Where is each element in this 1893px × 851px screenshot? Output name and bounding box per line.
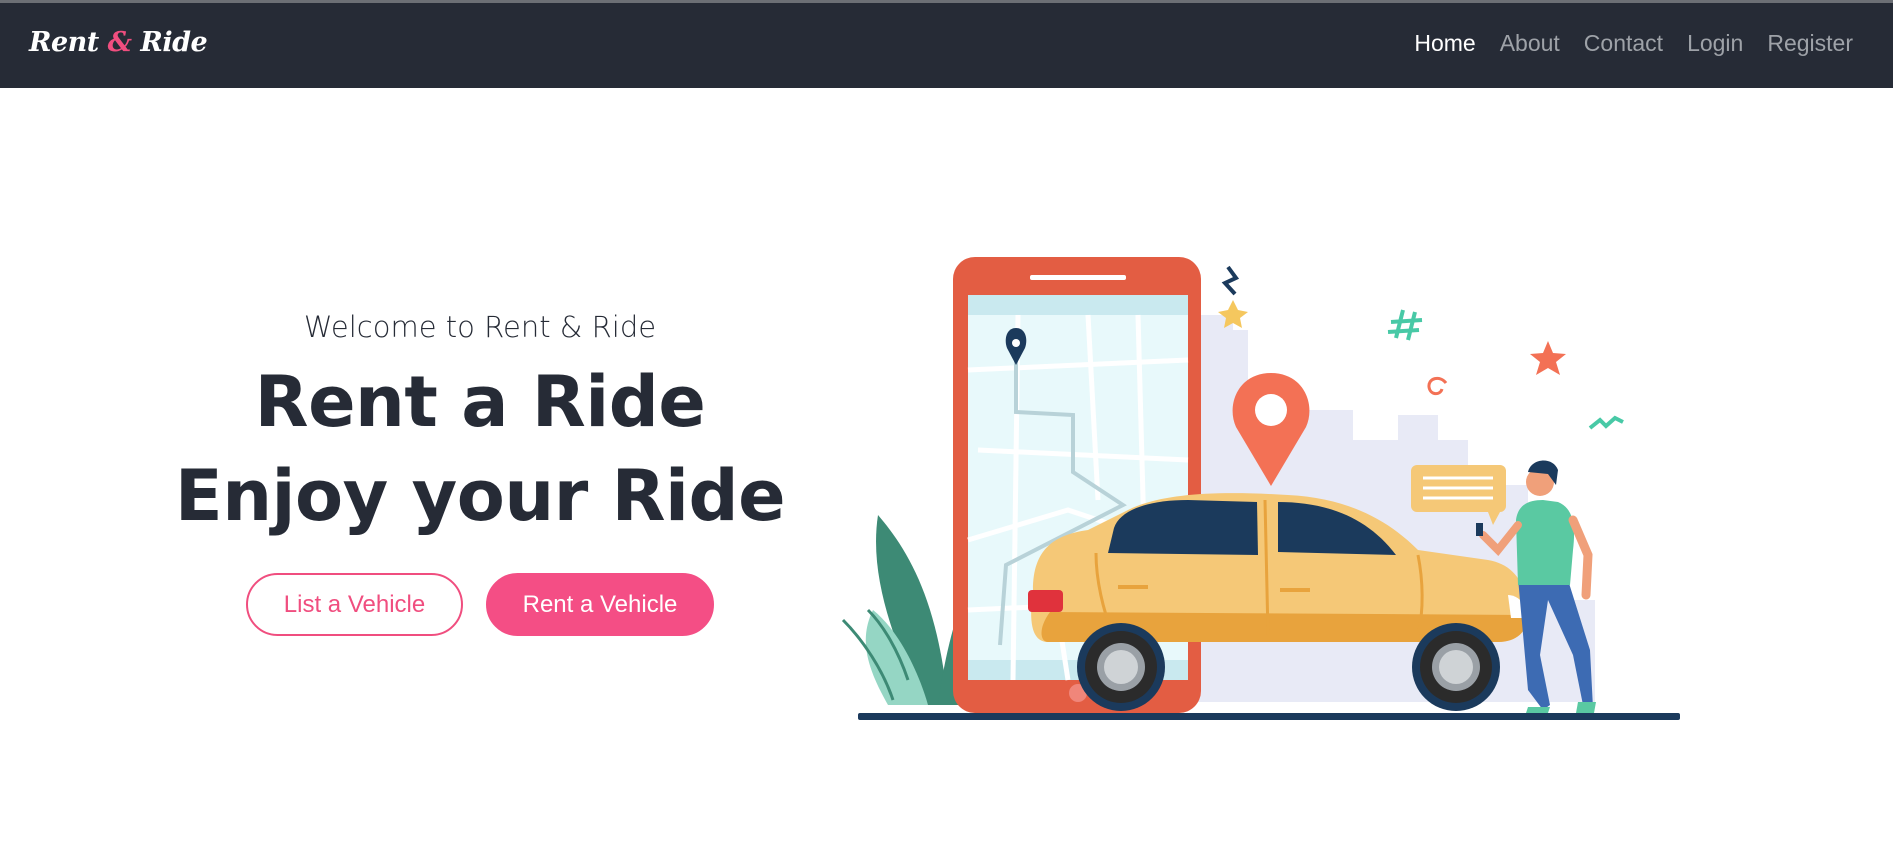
headline-line-1: Rent a Ride — [254, 361, 706, 443]
hero-text: Welcome to Rent & Ride Rent a Ride Enjoy… — [160, 305, 800, 636]
brand-word-ride: Ride — [140, 27, 208, 58]
nav-links: Home About Contact Login Register — [1414, 30, 1853, 57]
headline-line-2: Enjoy your Ride — [174, 455, 786, 537]
rent-vehicle-button[interactable]: Rent a Vehicle — [486, 573, 714, 636]
hero-buttons: List a Vehicle Rent a Vehicle — [160, 573, 800, 636]
nav-link-login[interactable]: Login — [1687, 30, 1743, 57]
car-rental-illustration — [841, 257, 1680, 720]
ground-line — [858, 713, 1680, 720]
list-vehicle-button[interactable]: List a Vehicle — [246, 573, 463, 636]
hero-headline: Rent a Ride Enjoy your Ride — [160, 355, 800, 543]
welcome-text: Welcome to Rent & Ride — [303, 310, 657, 344]
nav-link-contact[interactable]: Contact — [1584, 30, 1663, 57]
brand-logo[interactable]: Rent & Ride — [29, 27, 208, 58]
nav-link-register[interactable]: Register — [1767, 30, 1853, 57]
phone-graphic — [953, 257, 1201, 713]
brand-ampersand: & — [107, 27, 132, 58]
nav-link-home[interactable]: Home — [1414, 30, 1475, 57]
brand-word-rent: Rent — [29, 27, 99, 58]
nav-link-about[interactable]: About — [1500, 30, 1560, 57]
navbar: Rent & Ride Home About Contact Login Reg… — [0, 3, 1893, 88]
